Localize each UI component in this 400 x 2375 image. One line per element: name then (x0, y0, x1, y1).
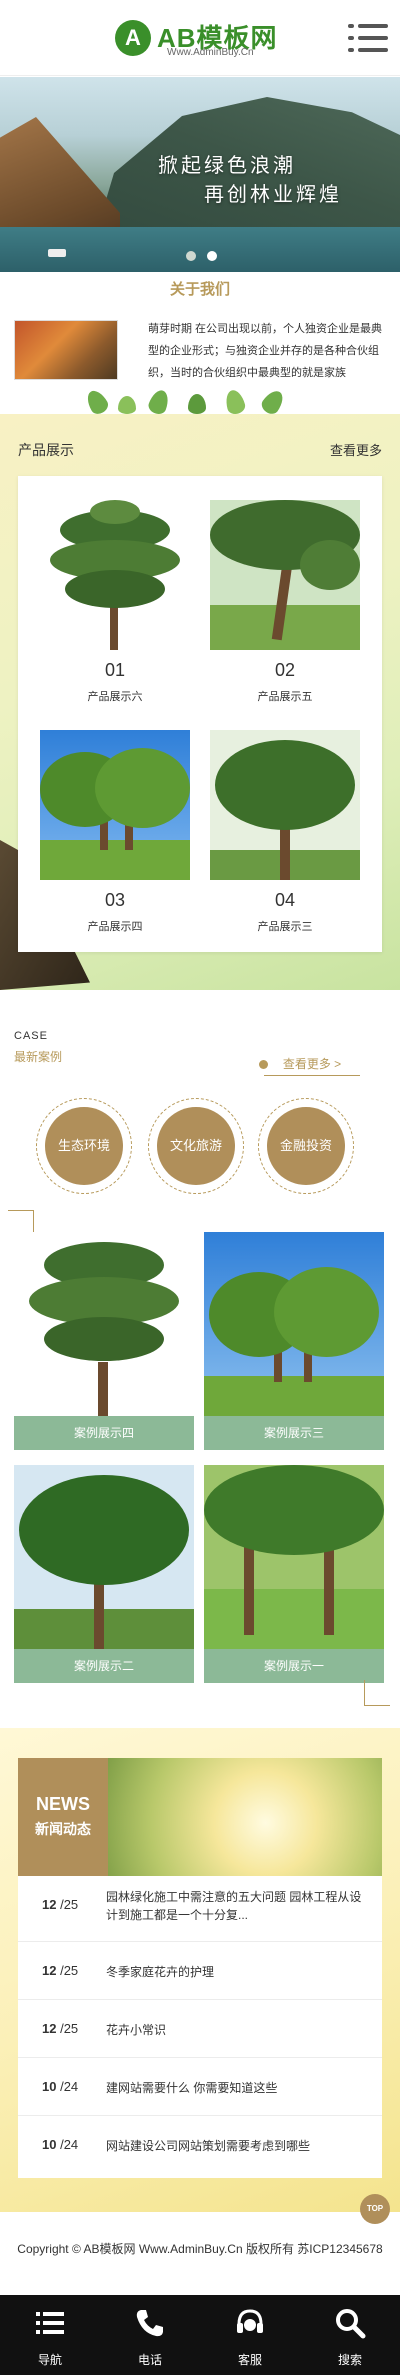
product-name-1[interactable]: 产品展示六 (40, 688, 190, 704)
news-tag-en: NEWS (36, 1794, 90, 1814)
news-item-3[interactable]: 12 /25 花卉小常识 (18, 2000, 382, 2058)
news-header-image: NEWS 新闻动态 (18, 1758, 382, 1876)
product-name-3[interactable]: 产品展示四 (40, 918, 190, 934)
case-item-2[interactable]: 案例展示三 (204, 1232, 384, 1450)
category-ecology[interactable]: 生态环境 (36, 1098, 132, 1194)
nav-item-service[interactable]: 客服 (200, 2295, 300, 2375)
case-title: 最新案例 (14, 1050, 63, 1064)
news-title: 网站建设公司网站策划需要考虑到哪些 (106, 2139, 311, 2153)
banner-headline-2: 再创林业辉煌 (204, 184, 342, 206)
logo[interactable]: A AB模板网 Www.AdminBuy.Cn (115, 16, 290, 62)
news-title: 园林绿化施工中需注意的五大问题 园林工程从设计到施工都是一个十分复... (106, 1890, 362, 1922)
category-ecology-label: 生态环境 (45, 1107, 123, 1185)
product-more-link[interactable]: 查看更多 (330, 440, 382, 459)
logo-mark: A (115, 20, 151, 56)
news-date: 12 /25 (42, 1897, 79, 1912)
product-grid: 01 产品展示六 02 产品展示五 03 产品展示四 04 产品展示三 (18, 476, 382, 952)
case-item-4[interactable]: 案例展示一 (204, 1465, 384, 1683)
about-title: 关于我们 (169, 281, 230, 298)
bottom-nav: 导航 电话 客服 搜索 (0, 2295, 400, 2375)
case-caption-1: 案例展示四 (14, 1416, 194, 1450)
banner-boat (48, 249, 66, 257)
slide-dot-1[interactable] (186, 251, 196, 261)
about-text: 萌芽时期 在公司出现以前，个人独资企业是最典型的企业形式；与独资企业并存的是各种… (148, 323, 383, 379)
page: A AB模板网 Www.AdminBuy.Cn 掀起绿色浪潮 再创林业辉煌 关于… (0, 0, 400, 2375)
nav-label-phone: 电话 (137, 2353, 162, 2367)
news-title: 冬季家庭花卉的护理 (106, 1965, 215, 1979)
product-title: 产品展示 (18, 442, 74, 458)
product-name-4[interactable]: 产品展示三 (210, 918, 360, 934)
search-icon (336, 2309, 366, 2339)
about-image[interactable] (14, 320, 118, 380)
banner-headline-1: 掀起绿色浪潮 (158, 155, 296, 177)
product-number-4: 04 (274, 890, 296, 910)
product-image-3[interactable] (40, 730, 190, 880)
news-tag: NEWS 新闻动态 (18, 1758, 108, 1876)
news-item-5[interactable]: 10 /24 网站建设公司网站策划需要考虑到哪些 (18, 2116, 382, 2174)
list-icon (36, 2312, 64, 2334)
nav-label-service: 客服 (237, 2353, 262, 2367)
leaves-decoration (83, 387, 308, 417)
product-image-2[interactable] (210, 500, 360, 650)
news-date: 10 /24 (42, 2137, 79, 2152)
news-date: 12 /25 (42, 1963, 79, 1978)
slide-dot-2[interactable] (207, 251, 217, 261)
logo-subtitle: Www.AdminBuy.Cn (167, 47, 254, 58)
product-name-2[interactable]: 产品展示五 (210, 688, 360, 704)
hamburger-menu-icon[interactable] (348, 22, 388, 54)
back-to-top-button[interactable]: TOP (360, 2194, 390, 2224)
product-image-1[interactable] (40, 500, 190, 650)
case-caption-3: 案例展示二 (14, 1649, 194, 1683)
nav-item-phone[interactable]: 电话 (100, 2295, 200, 2375)
corner-decoration-2 (364, 1680, 390, 1706)
product-number-3: 03 (104, 890, 126, 910)
headset-icon (237, 2309, 263, 2333)
category-finance-label: 金融投资 (267, 1107, 345, 1185)
nav-label-guide: 导航 (37, 2353, 62, 2367)
category-culture-tourism[interactable]: 文化旅游 (148, 1098, 244, 1194)
copyright-text: Copyright © AB模板网 Www.AdminBuy.Cn 版权所有 苏… (17, 2242, 383, 2256)
news-title: 建网站需要什么 你需要知道这些 (106, 2081, 278, 2095)
category-finance[interactable]: 金融投资 (258, 1098, 354, 1194)
news-box: NEWS 新闻动态 12 /25 园林绿化施工中需注意的五大问题 园林工程从设计… (18, 1758, 382, 2178)
case-item-1[interactable]: 案例展示四 (14, 1232, 194, 1450)
phone-icon (136, 2310, 163, 2337)
product-image-4[interactable] (210, 730, 360, 880)
case-caption-2: 案例展示三 (204, 1416, 384, 1450)
category-culture-tourism-label: 文化旅游 (157, 1107, 235, 1185)
product-number-1: 01 (104, 660, 126, 680)
news-date: 10 /24 (42, 2079, 79, 2094)
news-tag-cn: 新闻动态 (35, 1821, 91, 1837)
news-title: 花卉小常识 (106, 2023, 167, 2037)
banner-slider[interactable]: 掀起绿色浪潮 再创林业辉煌 (0, 77, 400, 272)
news-item-4[interactable]: 10 /24 建网站需要什么 你需要知道这些 (18, 2058, 382, 2116)
case-caption-4: 案例展示一 (204, 1649, 384, 1683)
header: A AB模板网 Www.AdminBuy.Cn (0, 0, 400, 76)
news-item-1[interactable]: 12 /25 园林绿化施工中需注意的五大问题 园林工程从设计到施工都是一个十分复… (18, 1876, 382, 1942)
product-number-2: 02 (274, 660, 296, 680)
case-label: CASE (14, 1030, 48, 1042)
news-item-2[interactable]: 12 /25 冬季家庭花卉的护理 (18, 1942, 382, 2000)
nav-label-search: 搜索 (337, 2353, 362, 2367)
case-more-link[interactable]: 查看更多 > (264, 1055, 360, 1076)
nav-item-guide[interactable]: 导航 (0, 2295, 100, 2375)
nav-item-search[interactable]: 搜索 (300, 2295, 400, 2375)
case-item-3[interactable]: 案例展示二 (14, 1465, 194, 1683)
news-date: 12 /25 (42, 2021, 79, 2036)
